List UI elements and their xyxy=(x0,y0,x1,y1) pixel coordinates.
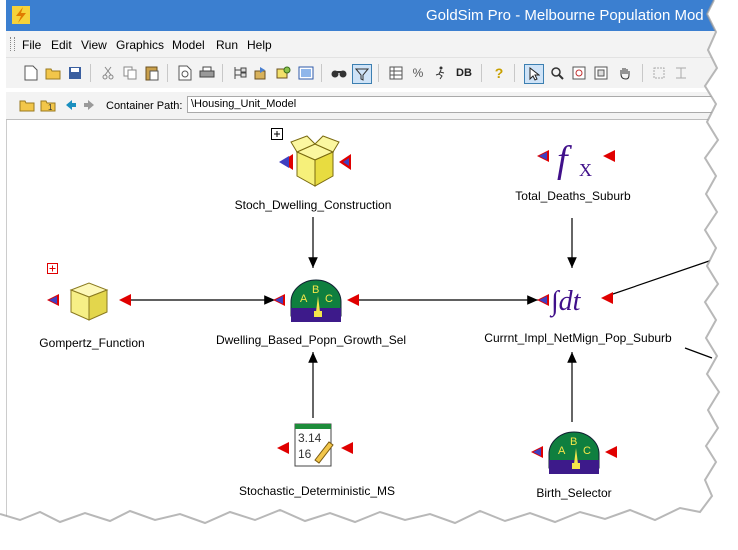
forward-arrow-icon[interactable] xyxy=(80,96,98,114)
fit-view-icon[interactable] xyxy=(592,64,610,82)
pointer-icon[interactable] xyxy=(524,64,544,84)
model-canvas[interactable]: Stoch_Dwelling_Construction f X Total_De… xyxy=(6,120,738,520)
function-glyph: f xyxy=(557,139,572,181)
menu-model[interactable]: Model xyxy=(172,38,205,52)
tree-browser-icon[interactable] xyxy=(231,64,249,82)
toolbar-separator xyxy=(321,64,322,82)
total-deaths-node[interactable]: f X xyxy=(535,138,617,186)
integral-glyph: ∫dt xyxy=(549,286,582,318)
distribute-icon[interactable] xyxy=(672,64,690,82)
menu-graphics[interactable]: Graphics xyxy=(116,38,164,52)
help-icon[interactable]: ? xyxy=(490,64,508,82)
run-model-icon[interactable] xyxy=(431,64,449,82)
zoom-box-icon[interactable] xyxy=(570,64,588,82)
dwelling-selector-node[interactable]: A B C xyxy=(271,274,361,326)
toolbar-separator xyxy=(642,64,643,82)
container-path-bar: 1 Container Path: \Housing_Unit_Model xyxy=(6,92,738,120)
toolbar-separator xyxy=(90,64,91,82)
svg-text:X: X xyxy=(579,160,592,180)
stoch-dwelling-node[interactable] xyxy=(277,132,353,192)
back-arrow-icon[interactable] xyxy=(62,96,80,114)
svg-text:C: C xyxy=(583,445,591,457)
container-path-label: Container Path: xyxy=(106,100,183,112)
menu-bar: File Edit View Graphics Model Run Help xyxy=(6,31,738,58)
menu-run[interactable]: Run xyxy=(216,38,238,52)
integrator-label: Currnt_Impl_NetMign_Pop_Suburb xyxy=(484,331,672,345)
menu-edit[interactable]: Edit xyxy=(51,38,72,52)
menu-view[interactable]: View xyxy=(81,38,107,52)
container-browser-icon[interactable] xyxy=(253,64,271,82)
print-preview-icon[interactable] xyxy=(176,64,194,82)
toolbar-separator xyxy=(222,64,223,82)
integrator-node[interactable]: ∫dt xyxy=(535,278,625,324)
container-path-field[interactable]: \Housing_Unit_Model xyxy=(187,96,738,113)
link-integrator-out-2[interactable] xyxy=(684,347,713,359)
stoch-dwelling-label: Stoch_Dwelling_Construction xyxy=(234,198,392,212)
gompertz-node[interactable] xyxy=(45,280,135,326)
svg-text:A: A xyxy=(558,445,566,457)
dwelling-selector-label: Dwelling_Based_Popn_Growth_Sel xyxy=(215,333,407,347)
database-icon[interactable]: DB xyxy=(453,64,475,82)
stochastic-ms-label: Stochastic_Deterministic_MS xyxy=(238,484,396,498)
zoom-icon[interactable] xyxy=(548,64,566,82)
goldsim-app-icon[interactable] xyxy=(12,6,30,24)
parent-folder-icon[interactable] xyxy=(18,96,36,114)
copy-icon[interactable] xyxy=(121,64,139,82)
expand-toggle-icon[interactable] xyxy=(47,263,67,277)
svg-text:16: 16 xyxy=(298,447,312,461)
cut-icon[interactable] xyxy=(99,64,117,82)
toolbar-separator xyxy=(378,64,379,82)
total-deaths-label: Total_Deaths_Suburb xyxy=(515,189,631,203)
link-integrator-out[interactable] xyxy=(609,259,713,296)
pan-hand-icon[interactable] xyxy=(616,64,634,82)
menu-help[interactable]: Help xyxy=(247,38,272,52)
svg-text:3.14: 3.14 xyxy=(298,431,322,445)
percent-icon[interactable]: % xyxy=(409,64,427,82)
svg-text:B: B xyxy=(312,284,319,296)
birth-selector-label: Birth_Selector xyxy=(536,486,612,500)
window-title: GoldSim Pro - Melbourne Population Mod xyxy=(426,7,704,24)
filter-icon[interactable] xyxy=(352,64,372,84)
toolbar-separator xyxy=(481,64,482,82)
svg-text:C: C xyxy=(325,293,333,305)
goldsim-window: GoldSim Pro - Melbourne Population Mod F… xyxy=(6,0,738,520)
table-view-icon[interactable] xyxy=(387,64,405,82)
find-icon[interactable] xyxy=(330,64,348,82)
gompertz-label: Gompertz_Function xyxy=(39,336,145,350)
paste-icon[interactable] xyxy=(143,64,161,82)
toolbar-separator xyxy=(514,64,515,82)
menu-grip[interactable] xyxy=(10,37,15,51)
print-icon[interactable] xyxy=(198,64,216,82)
align-icon[interactable] xyxy=(650,64,668,82)
toolbar-separator xyxy=(167,64,168,82)
birth-selector-node[interactable]: A B C xyxy=(529,426,619,478)
save-icon[interactable] xyxy=(66,64,84,82)
top-level-folder-icon[interactable]: 1 xyxy=(39,96,57,114)
open-folder-icon[interactable] xyxy=(44,64,62,82)
options-icon[interactable] xyxy=(275,64,293,82)
new-file-icon[interactable] xyxy=(22,64,40,82)
svg-text:B: B xyxy=(570,436,577,448)
dashboard-icon[interactable] xyxy=(297,64,315,82)
menu-file[interactable]: File xyxy=(22,38,41,52)
title-bar: GoldSim Pro - Melbourne Population Mod xyxy=(6,0,738,31)
main-toolbar: % DB ? xyxy=(6,58,738,88)
svg-text:A: A xyxy=(300,293,308,305)
stochastic-ms-node[interactable]: 3.14 16 xyxy=(275,420,357,470)
svg-text:1: 1 xyxy=(48,103,53,112)
